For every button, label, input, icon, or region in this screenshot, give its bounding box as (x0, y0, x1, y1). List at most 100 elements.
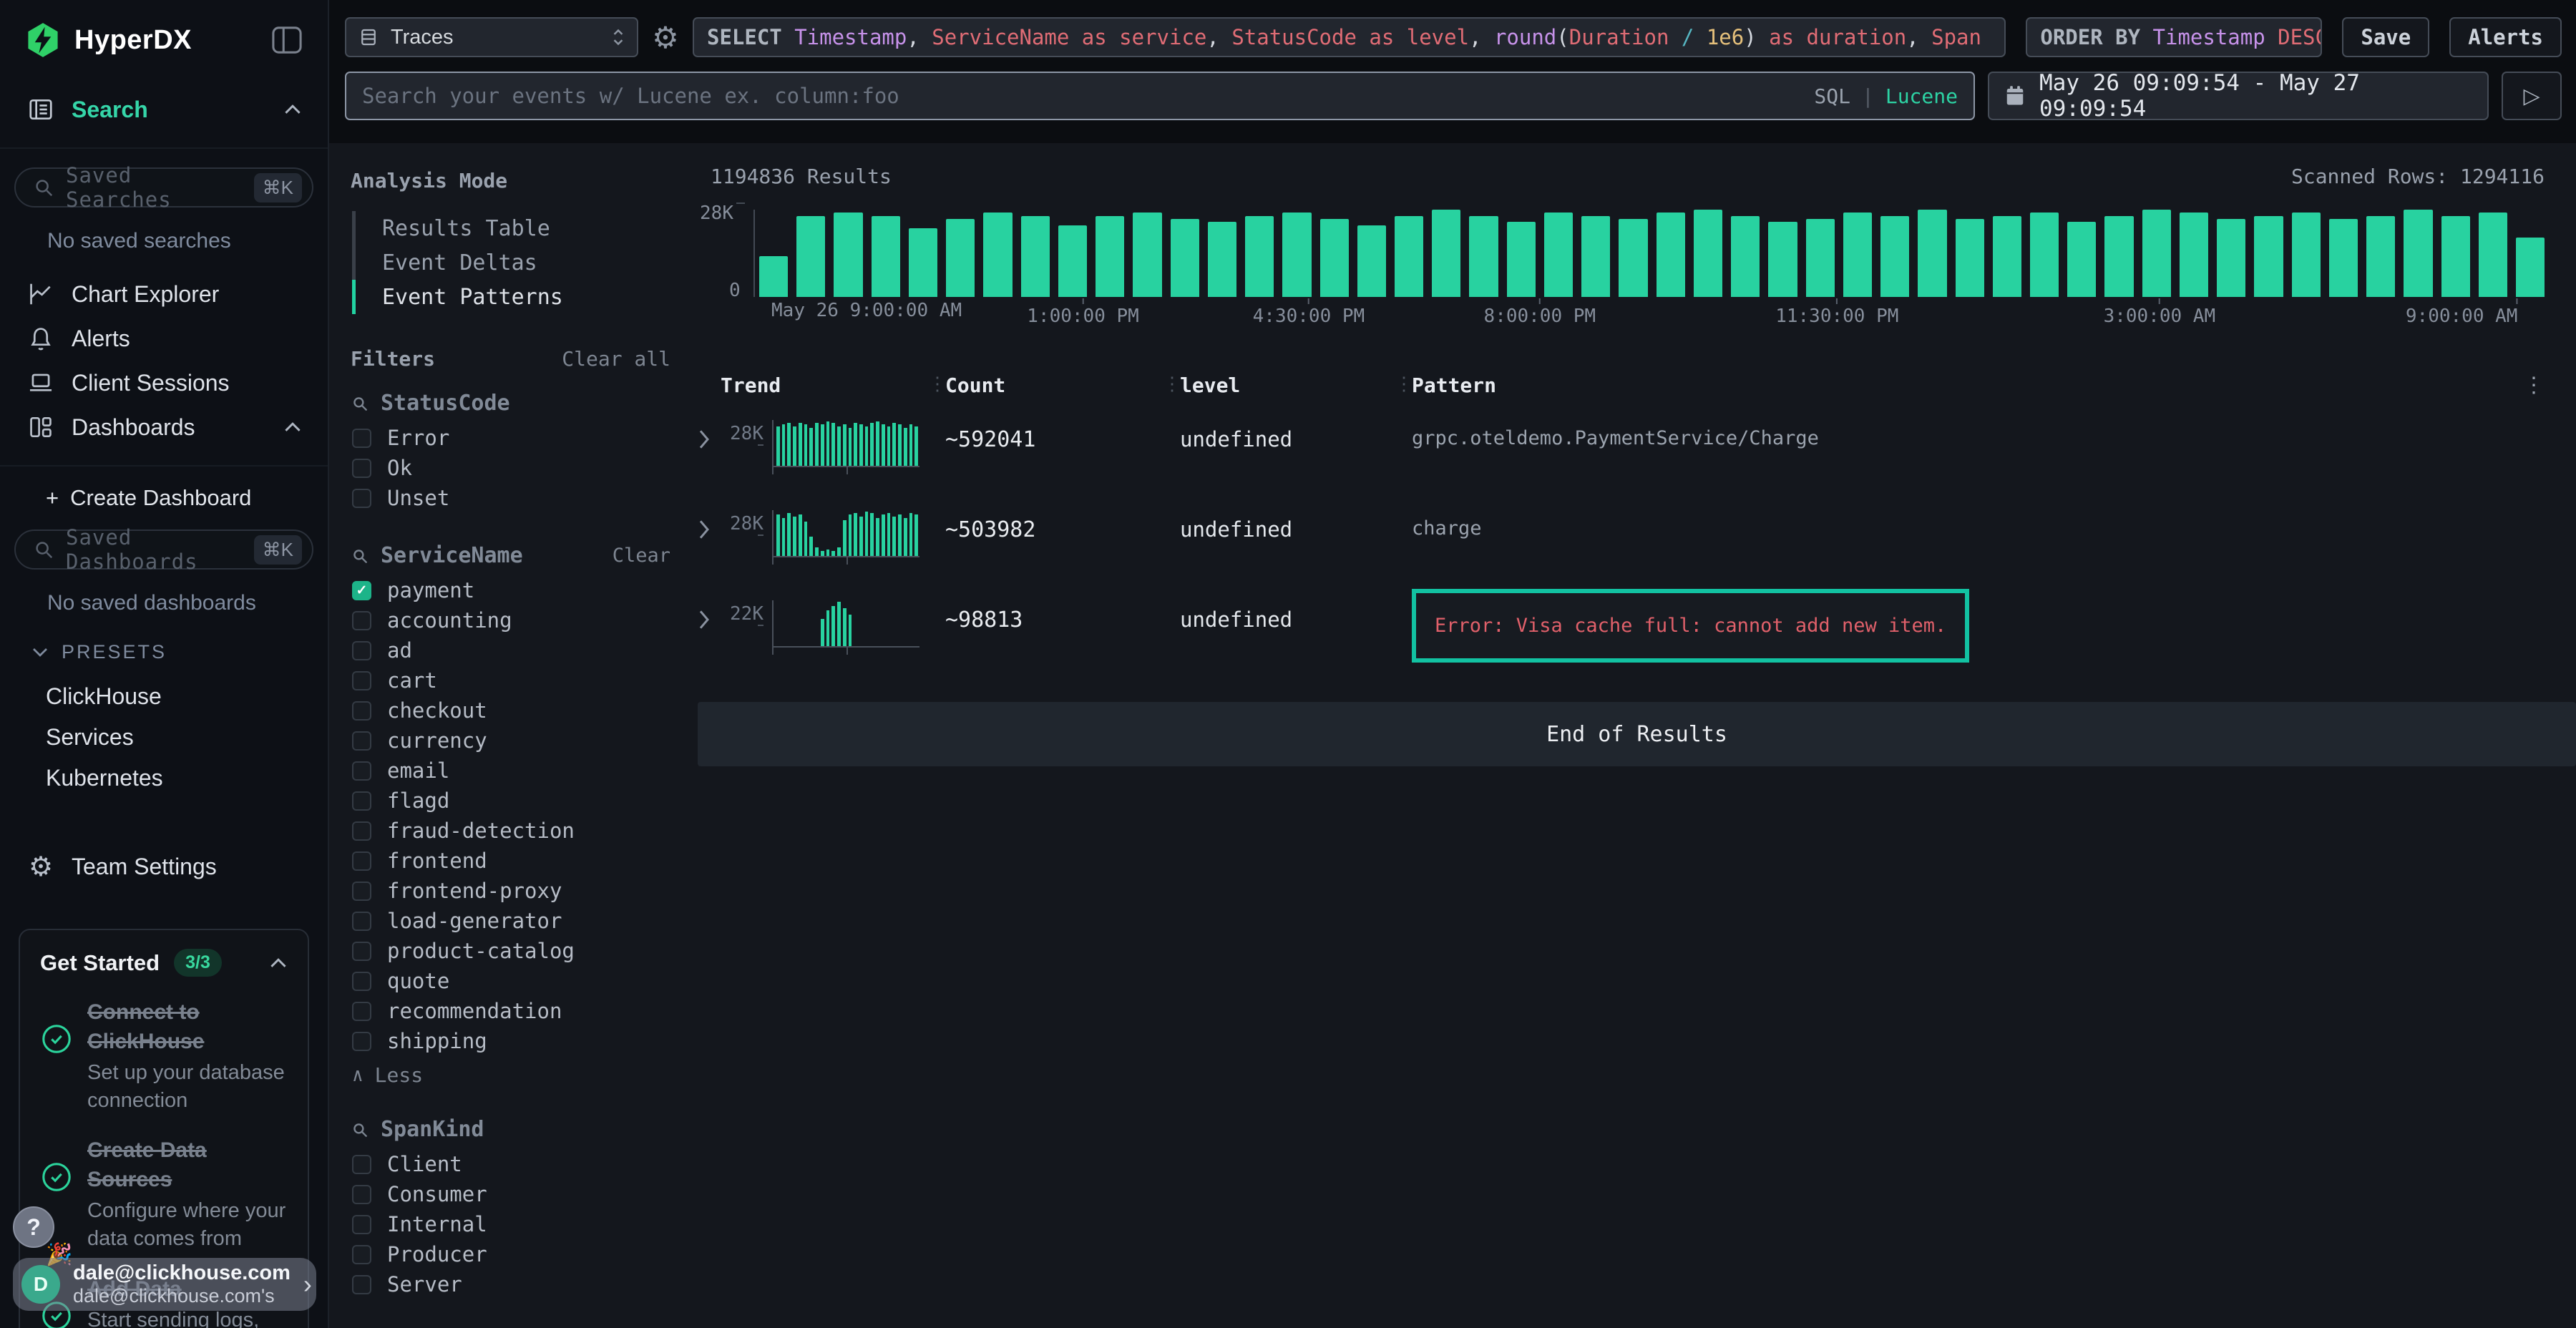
checkbox[interactable] (352, 701, 371, 721)
filter-option-recommendation[interactable]: recommendation (351, 996, 670, 1026)
expand-row-icon[interactable] (698, 600, 723, 630)
language-toggle[interactable]: SQL | Lucene (1814, 84, 1958, 108)
filter-clear-button[interactable]: Clear (613, 545, 670, 567)
expand-row-icon[interactable] (698, 420, 723, 450)
table-row[interactable]: 28K ~592041 undefined grpc.oteldemo.Paym… (698, 420, 2545, 492)
sql-select-input[interactable]: SELECT Timestamp, ServiceName as service… (693, 17, 2006, 57)
sidebar-item-client-sessions[interactable]: Client Sessions (0, 361, 328, 405)
date-range-picker[interactable]: May 26 09:09:54 - May 27 09:09:54 (1988, 72, 2489, 120)
mode-results-table[interactable]: Results Table (351, 211, 670, 245)
table-row[interactable]: 22K ~98813 undefined Error: Visa cache f… (698, 600, 2545, 672)
expand-row-icon[interactable] (698, 510, 723, 540)
collapse-sidebar-icon[interactable] (270, 25, 303, 55)
checkbox[interactable] (352, 611, 371, 630)
search-input[interactable] (362, 84, 1814, 108)
filter-option-producer[interactable]: Producer (351, 1239, 670, 1269)
saved-dashboards-input[interactable]: Saved Dashboards ⌘K (14, 529, 313, 570)
filter-option-internal[interactable]: Internal (351, 1209, 670, 1239)
lang-lucene[interactable]: Lucene (1885, 84, 1958, 108)
filter-option-frontend-proxy[interactable]: frontend-proxy (351, 876, 670, 906)
checkbox[interactable] (352, 1002, 371, 1021)
filter-option-product-catalog[interactable]: product-catalog (351, 936, 670, 966)
help-button[interactable]: ? (13, 1206, 54, 1248)
preset-kubernetes[interactable]: Kubernetes (0, 758, 328, 799)
filter-option-quote[interactable]: quote (351, 966, 670, 996)
preset-clickhouse[interactable]: ClickHouse (0, 676, 328, 717)
settings-gear-icon[interactable]: ⚙ (648, 20, 683, 55)
column-header-pattern[interactable]: Pattern (1412, 374, 2523, 397)
sidebar-item-dashboards[interactable]: Dashboards (0, 405, 328, 449)
table-row[interactable]: 28K ~503982 undefined charge (698, 510, 2545, 582)
checkbox[interactable] (352, 1215, 371, 1234)
sidebar-item-alerts[interactable]: Alerts (0, 316, 328, 361)
column-header-count[interactable]: Count (945, 374, 1180, 397)
checkbox[interactable] (352, 1032, 371, 1051)
sql-orderby-input[interactable]: ORDER BY Timestamp DESC (2026, 17, 2322, 57)
checkbox[interactable] (352, 641, 371, 660)
checkbox[interactable] (352, 671, 371, 690)
checkbox[interactable] (352, 882, 371, 901)
filter-option-email[interactable]: email (351, 756, 670, 786)
highlighted-error-pattern[interactable]: Error: Visa cache full: cannot add new i… (1412, 589, 1969, 663)
checkbox[interactable] (352, 1155, 371, 1174)
filter-option-load-generator[interactable]: load-generator (351, 906, 670, 936)
chevron-up-icon[interactable] (269, 957, 288, 969)
checkbox[interactable] (352, 731, 371, 751)
alerts-button[interactable]: Alerts (2449, 17, 2562, 57)
filter-option-payment[interactable]: ✓payment (351, 575, 670, 605)
checkbox[interactable] (352, 791, 371, 811)
filter-option-error[interactable]: Error (351, 423, 670, 453)
checkbox[interactable] (352, 972, 371, 991)
filter-option-client[interactable]: Client (351, 1149, 670, 1179)
checkbox[interactable]: ✓ (352, 581, 371, 600)
filter-option-ad[interactable]: ad (351, 635, 670, 665)
pattern-cell[interactable]: charge (1412, 510, 2545, 540)
filter-option-cart[interactable]: cart (351, 665, 670, 695)
run-query-button[interactable]: ▷ (2502, 72, 2562, 120)
sidebar-item-team-settings[interactable]: ⚙ Team Settings (0, 844, 328, 889)
sidebar-item-chart-explorer[interactable]: Chart Explorer (0, 272, 328, 316)
table-options-icon[interactable]: ⋮ (2523, 373, 2545, 398)
checkbox[interactable] (352, 1275, 371, 1294)
checkbox[interactable] (352, 821, 371, 841)
filter-option-shipping[interactable]: shipping (351, 1026, 670, 1056)
save-button[interactable]: Save (2342, 17, 2429, 57)
filter-option-server[interactable]: Server (351, 1269, 670, 1299)
filter-option-frontend[interactable]: frontend (351, 846, 670, 876)
source-select[interactable]: Traces (345, 17, 638, 57)
checkbox[interactable] (352, 912, 371, 931)
checkbox[interactable] (352, 851, 371, 871)
filter-option-currency[interactable]: currency (351, 726, 670, 756)
checkbox[interactable] (352, 459, 371, 478)
collapse-less-button[interactable]: ∧Less (351, 1063, 670, 1087)
pattern-cell[interactable]: grpc.oteldemo.PaymentService/Charge (1412, 420, 2545, 449)
search-box[interactable]: SQL | Lucene (345, 72, 1975, 120)
lang-sql[interactable]: SQL (1814, 84, 1850, 108)
get-started-step[interactable]: Create Data Sources Configure where your… (40, 1136, 288, 1253)
filter-option-ok[interactable]: Ok (351, 453, 670, 483)
filter-option-consumer[interactable]: Consumer (351, 1179, 670, 1209)
results-histogram[interactable]: 28K 0 May 26 9:00:00 AM1:00:00 PM4:30:00… (698, 210, 2545, 327)
sidebar-item-search[interactable]: Search (0, 87, 328, 132)
checkbox[interactable] (352, 1185, 371, 1204)
mode-event-deltas[interactable]: Event Deltas (351, 245, 670, 280)
preset-services[interactable]: Services (0, 717, 328, 758)
checkbox[interactable] (352, 942, 371, 961)
checkbox[interactable] (352, 429, 371, 448)
app-logo[interactable]: HyperDX (24, 21, 192, 59)
filter-option-accounting[interactable]: accounting (351, 605, 670, 635)
checkbox[interactable] (352, 489, 371, 508)
column-header-level[interactable]: level (1180, 374, 1412, 397)
checkbox[interactable] (352, 761, 371, 781)
clear-all-button[interactable]: Clear all (562, 347, 670, 371)
create-dashboard-button[interactable]: + Create Dashboard (0, 467, 328, 511)
get-started-step[interactable]: Connect to ClickHouse Set up your databa… (40, 998, 288, 1115)
saved-searches-input[interactable]: Saved Searches ⌘K (14, 167, 313, 208)
mode-event-patterns[interactable]: Event Patterns (351, 280, 670, 314)
user-menu[interactable]: D dale@clickhouse.com dale@clickhouse.co… (13, 1258, 316, 1311)
column-header-trend[interactable]: Trend (698, 374, 945, 397)
filter-option-checkout[interactable]: checkout (351, 695, 670, 726)
filter-option-flagd[interactable]: flagd (351, 786, 670, 816)
presets-toggle[interactable]: PRESETS (31, 641, 328, 663)
filter-option-fraud-detection[interactable]: fraud-detection (351, 816, 670, 846)
